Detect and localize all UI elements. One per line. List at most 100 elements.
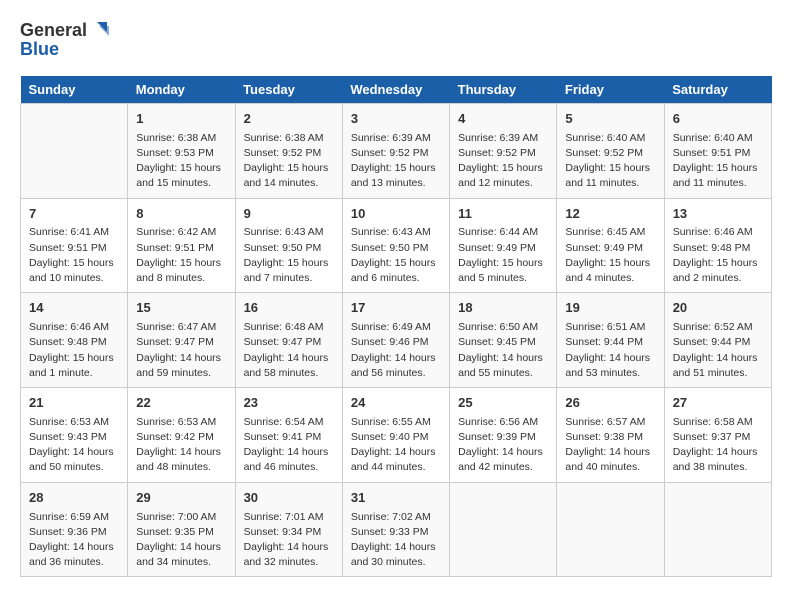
day-number: 27 [673, 394, 763, 413]
day-number: 29 [136, 489, 226, 508]
day-content: Sunrise: 6:38 AM Sunset: 9:52 PM Dayligh… [244, 131, 334, 192]
day-content: Sunrise: 6:39 AM Sunset: 9:52 PM Dayligh… [351, 131, 441, 192]
day-content: Sunrise: 6:46 AM Sunset: 9:48 PM Dayligh… [29, 320, 119, 381]
day-number: 30 [244, 489, 334, 508]
day-number: 20 [673, 299, 763, 318]
day-number: 10 [351, 205, 441, 224]
calendar-cell: 26 Sunrise: 6:57 AM Sunset: 9:38 PM Dayli… [557, 387, 664, 482]
day-number: 7 [29, 205, 119, 224]
calendar-cell: 12Sunrise: 6:45 AM Sunset: 9:49 PM Dayli… [557, 198, 664, 293]
day-content: Sunrise: 7:02 AM Sunset: 9:33 PM Dayligh… [351, 510, 441, 571]
day-number: 17 [351, 299, 441, 318]
day-number: 21 [29, 394, 119, 413]
day-content: Sunrise: 6:58 AM Sunset: 9:37 PM Dayligh… [673, 415, 763, 476]
calendar-cell: 24 Sunrise: 6:55 AM Sunset: 9:40 PM Dayli… [342, 387, 449, 482]
calendar-cell: 2Sunrise: 6:38 AM Sunset: 9:52 PM Daylig… [235, 103, 342, 198]
calendar-cell: 27 Sunrise: 6:58 AM Sunset: 9:37 PM Dayli… [664, 387, 771, 482]
day-content: Sunrise: 6:48 AM Sunset: 9:47 PM Dayligh… [244, 320, 334, 381]
calendar-week-row: 1 Sunrise: 6:38 AM Sunset: 9:53 PM Daylig… [21, 103, 772, 198]
calendar-cell: 30Sunrise: 7:01 AM Sunset: 9:34 PM Dayli… [235, 482, 342, 577]
calendar-cell [664, 482, 771, 577]
day-content: Sunrise: 6:57 AM Sunset: 9:38 PM Dayligh… [565, 415, 655, 476]
day-content: Sunrise: 6:47 AM Sunset: 9:47 PM Dayligh… [136, 320, 226, 381]
calendar-cell: 16 Sunrise: 6:48 AM Sunset: 9:47 PM Dayli… [235, 293, 342, 388]
day-number: 28 [29, 489, 119, 508]
day-content: Sunrise: 6:44 AM Sunset: 9:49 PM Dayligh… [458, 225, 548, 286]
day-number: 1 [136, 110, 226, 129]
day-number: 5 [565, 110, 655, 129]
calendar-cell: 23Sunrise: 6:54 AM Sunset: 9:41 PM Dayli… [235, 387, 342, 482]
day-content: Sunrise: 7:00 AM Sunset: 9:35 PM Dayligh… [136, 510, 226, 571]
day-content: Sunrise: 6:40 AM Sunset: 9:51 PM Dayligh… [673, 131, 763, 192]
day-number: 13 [673, 205, 763, 224]
day-content: Sunrise: 6:39 AM Sunset: 9:52 PM Dayligh… [458, 131, 548, 192]
calendar-cell: 5 Sunrise: 6:40 AM Sunset: 9:52 PM Daylig… [557, 103, 664, 198]
logo: General Blue [20, 20, 111, 60]
calendar-cell: 21 Sunrise: 6:53 AM Sunset: 9:43 PM Dayli… [21, 387, 128, 482]
calendar-cell: 9Sunrise: 6:43 AM Sunset: 9:50 PM Daylig… [235, 198, 342, 293]
day-number: 4 [458, 110, 548, 129]
day-content: Sunrise: 6:43 AM Sunset: 9:50 PM Dayligh… [351, 225, 441, 286]
day-number: 26 [565, 394, 655, 413]
calendar-cell: 20 Sunrise: 6:52 AM Sunset: 9:44 PM Dayli… [664, 293, 771, 388]
day-content: Sunrise: 6:50 AM Sunset: 9:45 PM Dayligh… [458, 320, 548, 381]
calendar-day-header: Saturday [664, 76, 771, 104]
calendar-cell: 14 Sunrise: 6:46 AM Sunset: 9:48 PM Dayli… [21, 293, 128, 388]
calendar-day-header: Friday [557, 76, 664, 104]
day-content: Sunrise: 6:51 AM Sunset: 9:44 PM Dayligh… [565, 320, 655, 381]
day-number: 9 [244, 205, 334, 224]
day-content: Sunrise: 6:41 AM Sunset: 9:51 PM Dayligh… [29, 225, 119, 286]
calendar-cell: 10Sunrise: 6:43 AM Sunset: 9:50 PM Dayli… [342, 198, 449, 293]
day-content: Sunrise: 6:49 AM Sunset: 9:46 PM Dayligh… [351, 320, 441, 381]
calendar-week-row: 7Sunrise: 6:41 AM Sunset: 9:51 PM Daylig… [21, 198, 772, 293]
day-content: Sunrise: 6:40 AM Sunset: 9:52 PM Dayligh… [565, 131, 655, 192]
day-content: Sunrise: 6:59 AM Sunset: 9:36 PM Dayligh… [29, 510, 119, 571]
day-number: 24 [351, 394, 441, 413]
calendar-day-header: Monday [128, 76, 235, 104]
calendar-week-row: 28 Sunrise: 6:59 AM Sunset: 9:36 PM Dayli… [21, 482, 772, 577]
day-number: 14 [29, 299, 119, 318]
day-content: Sunrise: 6:53 AM Sunset: 9:43 PM Dayligh… [29, 415, 119, 476]
logo-wordmark: General Blue [20, 20, 111, 60]
calendar-cell: 17 Sunrise: 6:49 AM Sunset: 9:46 PM Dayli… [342, 293, 449, 388]
day-number: 12 [565, 205, 655, 224]
calendar-day-header: Wednesday [342, 76, 449, 104]
day-content: Sunrise: 6:46 AM Sunset: 9:48 PM Dayligh… [673, 225, 763, 286]
day-number: 31 [351, 489, 441, 508]
calendar-cell: 25 Sunrise: 6:56 AM Sunset: 9:39 PM Dayli… [450, 387, 557, 482]
day-content: Sunrise: 6:52 AM Sunset: 9:44 PM Dayligh… [673, 320, 763, 381]
calendar-week-row: 14 Sunrise: 6:46 AM Sunset: 9:48 PM Dayli… [21, 293, 772, 388]
day-content: Sunrise: 6:38 AM Sunset: 9:53 PM Dayligh… [136, 131, 226, 192]
calendar-table: SundayMondayTuesdayWednesdayThursdayFrid… [20, 76, 772, 578]
day-number: 8 [136, 205, 226, 224]
day-number: 22 [136, 394, 226, 413]
calendar-cell: 8Sunrise: 6:42 AM Sunset: 9:51 PM Daylig… [128, 198, 235, 293]
calendar-day-header: Sunday [21, 76, 128, 104]
day-content: Sunrise: 6:55 AM Sunset: 9:40 PM Dayligh… [351, 415, 441, 476]
day-number: 3 [351, 110, 441, 129]
calendar-day-header: Thursday [450, 76, 557, 104]
calendar-header-row: SundayMondayTuesdayWednesdayThursdayFrid… [21, 76, 772, 104]
calendar-cell: 7Sunrise: 6:41 AM Sunset: 9:51 PM Daylig… [21, 198, 128, 293]
calendar-cell: 22 Sunrise: 6:53 AM Sunset: 9:42 PM Dayli… [128, 387, 235, 482]
day-content: Sunrise: 6:54 AM Sunset: 9:41 PM Dayligh… [244, 415, 334, 476]
calendar-cell: 19Sunrise: 6:51 AM Sunset: 9:44 PM Dayli… [557, 293, 664, 388]
day-content: Sunrise: 6:42 AM Sunset: 9:51 PM Dayligh… [136, 225, 226, 286]
logo-arrow-icon [89, 20, 111, 42]
calendar-cell: 13Sunrise: 6:46 AM Sunset: 9:48 PM Dayli… [664, 198, 771, 293]
day-content: Sunrise: 6:56 AM Sunset: 9:39 PM Dayligh… [458, 415, 548, 476]
day-number: 11 [458, 205, 548, 224]
logo-general: General [20, 21, 87, 41]
calendar-cell: 29 Sunrise: 7:00 AM Sunset: 9:35 PM Dayli… [128, 482, 235, 577]
calendar-cell [21, 103, 128, 198]
calendar-cell: 28 Sunrise: 6:59 AM Sunset: 9:36 PM Dayli… [21, 482, 128, 577]
calendar-cell: 18 Sunrise: 6:50 AM Sunset: 9:45 PM Dayli… [450, 293, 557, 388]
day-content: Sunrise: 6:53 AM Sunset: 9:42 PM Dayligh… [136, 415, 226, 476]
day-number: 18 [458, 299, 548, 318]
calendar-cell: 6Sunrise: 6:40 AM Sunset: 9:51 PM Daylig… [664, 103, 771, 198]
calendar-week-row: 21 Sunrise: 6:53 AM Sunset: 9:43 PM Dayli… [21, 387, 772, 482]
day-number: 16 [244, 299, 334, 318]
day-number: 25 [458, 394, 548, 413]
day-number: 15 [136, 299, 226, 318]
calendar-cell: 11Sunrise: 6:44 AM Sunset: 9:49 PM Dayli… [450, 198, 557, 293]
